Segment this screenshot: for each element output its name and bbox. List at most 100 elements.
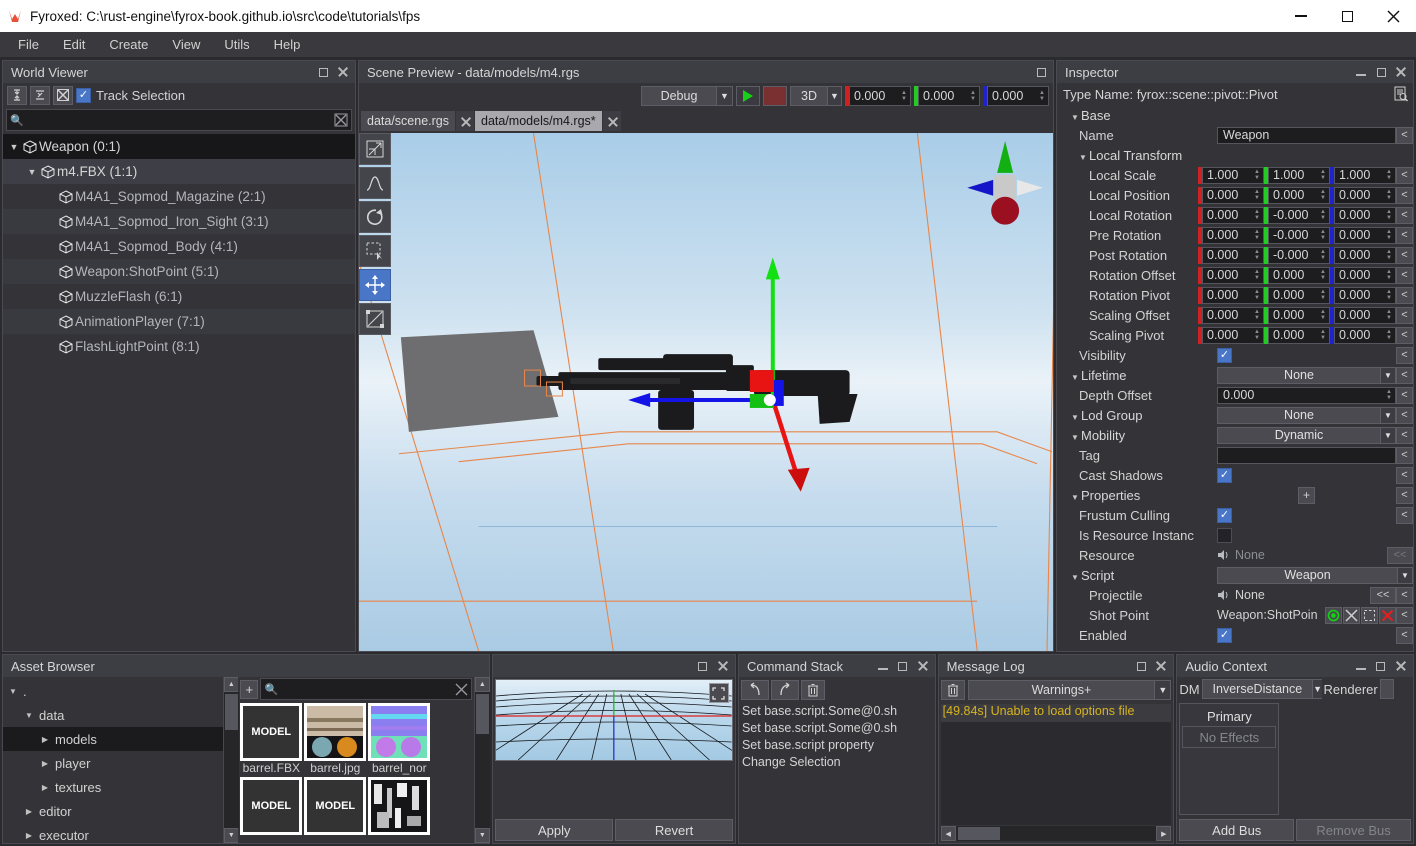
- vector-component[interactable]: -0.000 ▲ ▼: [1264, 246, 1330, 264]
- scale-tool-button[interactable]: [359, 303, 391, 335]
- command-stack-item[interactable]: Change Selection: [742, 755, 932, 772]
- property-checkbox[interactable]: [1217, 527, 1232, 543]
- vector-spinner[interactable]: ▲ ▼: [1253, 209, 1263, 221]
- pick-node-icon[interactable]: [1361, 606, 1378, 624]
- vector-input[interactable]: -0.000 ▲ ▼: [1268, 206, 1330, 224]
- folder-expander-icon[interactable]: ▶: [39, 735, 51, 744]
- scene-node-row[interactable]: ▼ Weapon (0:1): [3, 134, 355, 159]
- revert-button[interactable]: Revert: [615, 819, 733, 841]
- vector-input[interactable]: 0.000 ▲ ▼: [1334, 306, 1396, 324]
- play-button[interactable]: [736, 86, 760, 106]
- clear-command-stack-button[interactable]: [800, 680, 825, 700]
- vector-input[interactable]: 1.000 ▲ ▼: [1202, 166, 1264, 184]
- scene-node-row[interactable]: M4A1_Sopmod_Iron_Sight (3:1): [3, 209, 355, 234]
- scene-node-row[interactable]: M4A1_Sopmod_Magazine (2:1): [3, 184, 355, 209]
- vector-spinner[interactable]: ▲ ▼: [1253, 249, 1263, 261]
- vector-input[interactable]: 0.000 ▲ ▼: [1334, 266, 1396, 284]
- inspector-maximize-button[interactable]: [1371, 62, 1391, 82]
- text-input[interactable]: [1217, 446, 1396, 464]
- vector-input[interactable]: 0.000 ▲ ▼: [1268, 326, 1330, 344]
- renderer-combo[interactable]: [1379, 679, 1394, 699]
- menu-view[interactable]: View: [160, 34, 212, 55]
- folder-expander-icon[interactable]: ▼: [7, 687, 19, 696]
- terrain-tool-button[interactable]: [359, 167, 391, 199]
- scroll-down-icon[interactable]: ▼: [223, 828, 239, 843]
- scroll-up-icon[interactable]: ▲: [474, 677, 490, 692]
- scene-node-row[interactable]: M4A1_Sopmod_Body (4:1): [3, 234, 355, 259]
- world-viewer-search-input[interactable]: [27, 113, 331, 127]
- message-log-close-button[interactable]: [1151, 656, 1171, 676]
- asset-folder-row[interactable]: ▶ player: [3, 751, 223, 775]
- distance-model-combo[interactable]: InverseDistance ▼: [1201, 679, 1323, 699]
- asset-item[interactable]: MODEL: [240, 777, 303, 835]
- scene-node-row[interactable]: Weapon:ShotPoint (5:1): [3, 259, 355, 284]
- world-viewer-close-button[interactable]: [333, 62, 353, 82]
- revert-button[interactable]: <: [1396, 506, 1413, 524]
- vector-spinner[interactable]: ▲ ▼: [1319, 189, 1329, 201]
- vector-spinner[interactable]: ▲ ▼: [1319, 309, 1329, 321]
- revert-button[interactable]: <: [1396, 206, 1413, 224]
- coord-y-input[interactable]: 0.000 ▲ ▼: [918, 86, 980, 106]
- vector-component[interactable]: 0.000 ▲ ▼: [1330, 246, 1396, 264]
- minimize-button[interactable]: [1278, 0, 1324, 32]
- folder-expander-icon[interactable]: ▼: [23, 711, 35, 720]
- text-input[interactable]: Weapon: [1217, 126, 1396, 144]
- revert-button[interactable]: <: [1396, 446, 1413, 464]
- revert-button[interactable]: <: [1396, 246, 1413, 264]
- apply-button[interactable]: Apply: [495, 819, 614, 841]
- vector-spinner[interactable]: ▲ ▼: [1319, 209, 1329, 221]
- section-expander-icon[interactable]: ▼: [1071, 493, 1081, 502]
- vector-input[interactable]: 0.000 ▲ ▼: [1334, 206, 1396, 224]
- asset-item[interactable]: barrel_nor: [368, 703, 431, 775]
- folder-expander-icon[interactable]: ▶: [39, 783, 51, 792]
- menu-edit[interactable]: Edit: [51, 34, 97, 55]
- scene-viewport[interactable]: [359, 133, 1053, 651]
- section-expander-icon[interactable]: ▼: [1071, 113, 1081, 122]
- vector-spinner[interactable]: ▲ ▼: [1253, 229, 1263, 241]
- vector-component[interactable]: 0.000 ▲ ▼: [1198, 246, 1264, 264]
- clear-log-button[interactable]: [940, 680, 965, 700]
- vector-component[interactable]: 0.000 ▲ ▼: [1198, 326, 1264, 344]
- vector-input[interactable]: 0.000 ▲ ▼: [1334, 326, 1396, 344]
- vector-input[interactable]: 0.000 ▲ ▼: [1268, 286, 1330, 304]
- vector-component[interactable]: 0.000 ▲ ▼: [1264, 326, 1330, 344]
- revert-button[interactable]: <: [1396, 286, 1413, 304]
- revert-button[interactable]: <: [1396, 326, 1413, 344]
- command-stack-maximize-button[interactable]: [893, 656, 913, 676]
- asset-item[interactable]: barrel.jpg: [304, 703, 367, 775]
- scroll-left-icon[interactable]: ◀: [940, 826, 956, 841]
- vector-component[interactable]: 0.000 ▲ ▼: [1330, 306, 1396, 324]
- vector-component[interactable]: 1.000 ▲ ▼: [1264, 166, 1330, 184]
- vector-spinner[interactable]: ▲ ▼: [1253, 269, 1263, 281]
- asset-item[interactable]: [368, 777, 431, 835]
- revert-button[interactable]: <: [1396, 166, 1413, 184]
- property-checkbox[interactable]: ✓: [1217, 507, 1232, 523]
- folder-expander-icon[interactable]: ▶: [23, 807, 35, 816]
- vector-spinner[interactable]: ▲ ▼: [1319, 329, 1329, 341]
- command-stack-item[interactable]: Set base.script property: [742, 738, 932, 755]
- vector-component[interactable]: 0.000 ▲ ▼: [1198, 206, 1264, 224]
- scene-node-row[interactable]: AnimationPlayer (7:1): [3, 309, 355, 334]
- revert-button[interactable]: <: [1396, 366, 1413, 384]
- vector-input[interactable]: 0.000 ▲ ▼: [1268, 186, 1330, 204]
- asset-folder-row[interactable]: ▶ executor: [3, 823, 223, 843]
- menu-utils[interactable]: Utils: [212, 34, 261, 55]
- revert-button[interactable]: <: [1396, 626, 1413, 644]
- vector-input[interactable]: 0.000 ▲ ▼: [1202, 226, 1264, 244]
- vector-spinner[interactable]: ▲ ▼: [1385, 309, 1395, 321]
- vector-spinner[interactable]: ▲ ▼: [1385, 269, 1395, 281]
- asset-preview-maximize-button[interactable]: [693, 656, 713, 676]
- audio-context-minimize-button[interactable]: [1351, 656, 1371, 676]
- revert-button[interactable]: <: [1396, 586, 1413, 604]
- vector-component[interactable]: 0.000 ▲ ▼: [1330, 286, 1396, 304]
- vector-spinner[interactable]: ▲ ▼: [1253, 329, 1263, 341]
- locate-selection-button[interactable]: [53, 85, 73, 105]
- vector-spinner[interactable]: ▲ ▼: [1385, 229, 1395, 241]
- revert-button[interactable]: <: [1396, 346, 1413, 364]
- coord-x-field[interactable]: 0.000 ▲ ▼: [845, 86, 911, 106]
- world-viewer-search-clear-icon[interactable]: [331, 113, 351, 127]
- tree-expander-icon[interactable]: ▼: [7, 142, 21, 152]
- collapse-all-button[interactable]: [7, 85, 27, 105]
- vector-input[interactable]: -0.000 ▲ ▼: [1268, 246, 1330, 264]
- number-input[interactable]: 0.000 ▲ ▼: [1217, 386, 1396, 404]
